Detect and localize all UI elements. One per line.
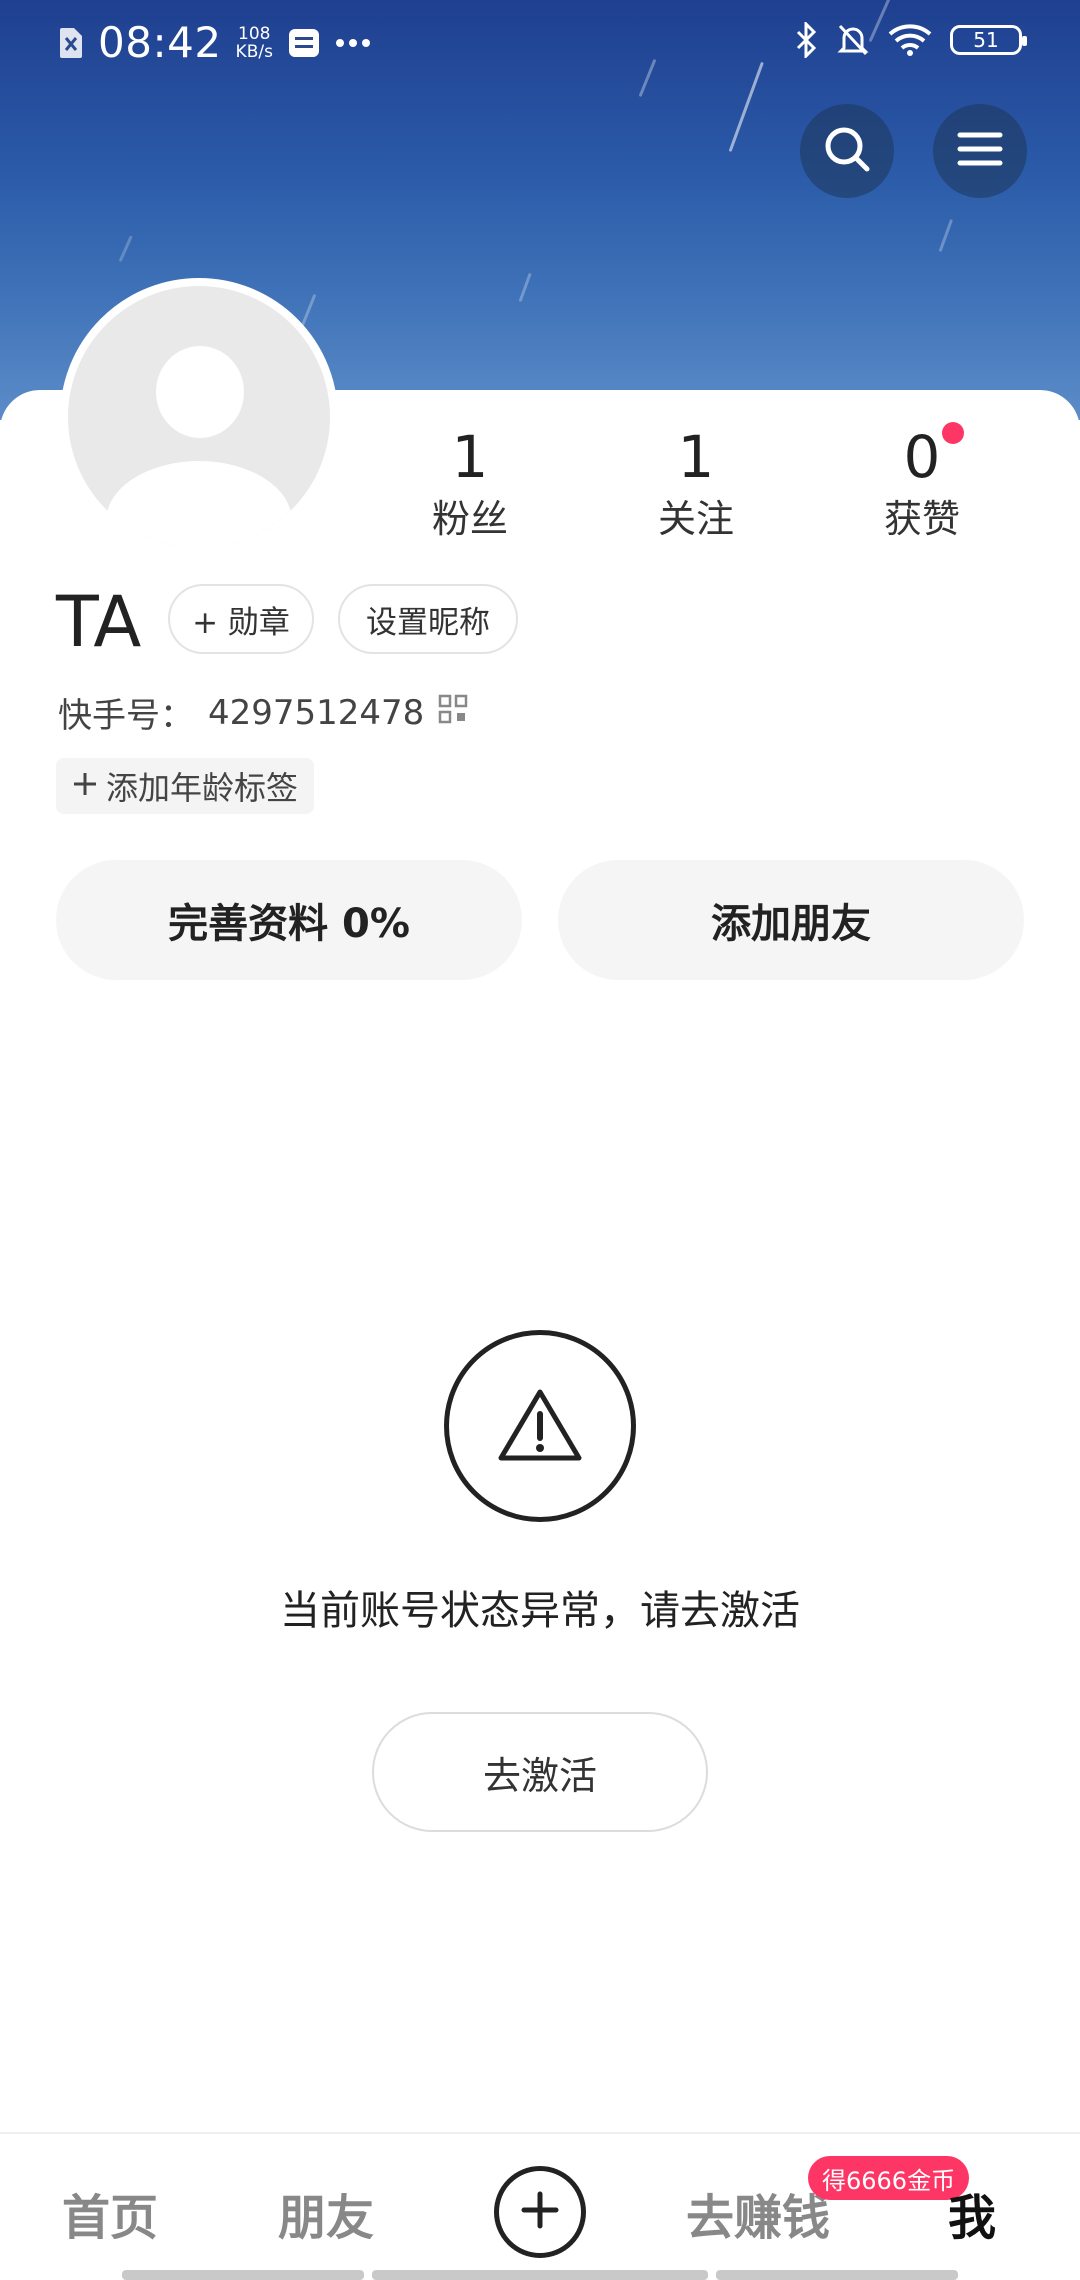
nav-home[interactable]: 首页 — [62, 2178, 158, 2248]
earn-coins-badge: 得6666金币 — [808, 2156, 970, 2200]
add-age-tag-label: 添加年龄标签 — [106, 769, 299, 807]
hamburger-menu-icon — [956, 129, 1004, 173]
bluetooth-icon — [794, 22, 818, 58]
complete-profile-button[interactable]: 完善资料 0% — [56, 860, 522, 980]
nav-earn-money[interactable]: 去赚钱 — [686, 2178, 830, 2248]
home-indicator-segment — [122, 2270, 364, 2280]
stat-likes-value: 0 — [903, 423, 941, 491]
sim-off-icon — [58, 26, 84, 60]
medal-chip[interactable]: + 勋章 — [168, 584, 314, 654]
avatar[interactable] — [60, 278, 338, 556]
battery-level: 51 — [973, 28, 999, 52]
stat-following[interactable]: 1 关注 — [616, 420, 776, 544]
warning-icon — [444, 1330, 636, 1522]
status-time: 08:42 — [98, 18, 222, 67]
message-icon — [287, 26, 321, 60]
stat-likes[interactable]: 0 获赞 — [842, 420, 1002, 544]
likes-notification-dot — [942, 422, 964, 444]
stat-likes-label: 获赞 — [883, 497, 960, 541]
plus-icon — [72, 767, 98, 805]
set-nickname-chip[interactable]: 设置昵称 — [338, 584, 518, 654]
add-age-tag-button[interactable]: 添加年龄标签 — [56, 758, 315, 814]
search-button[interactable] — [800, 104, 894, 198]
profile-page: 08:42 108 KB/s 51 1 粉丝 1 关注 0 获赞 TA + 勋章… — [0, 0, 1080, 2280]
battery-icon: 51 — [950, 25, 1027, 55]
kuaishou-id-row[interactable]: 快手号： 4297512478 — [58, 688, 468, 737]
add-friend-button[interactable]: 添加朋友 — [558, 860, 1024, 980]
plus-icon — [520, 2190, 560, 2234]
home-indicator-segment — [716, 2270, 958, 2280]
more-dots-icon — [335, 38, 371, 48]
stat-fans-value: 1 — [451, 423, 489, 491]
stat-following-label: 关注 — [657, 497, 734, 541]
profile-name: TA — [56, 581, 142, 663]
kuaishou-id-label: 快手号： — [58, 696, 194, 736]
mute-bell-icon — [836, 22, 870, 58]
kuaishou-id-value: 4297512478 — [208, 692, 425, 733]
net-speed-unit: KB/s — [235, 41, 273, 62]
home-indicator-segment — [372, 2270, 708, 2280]
stat-following-value: 1 — [677, 423, 715, 491]
menu-button[interactable] — [933, 104, 1027, 198]
search-icon — [821, 123, 873, 179]
status-bar: 08:42 108 KB/s 51 — [0, 0, 1080, 86]
create-post-button[interactable] — [494, 2166, 586, 2258]
wifi-icon — [888, 23, 932, 57]
stat-fans[interactable]: 1 粉丝 — [390, 420, 550, 544]
activate-button[interactable]: 去激活 — [372, 1712, 708, 1832]
stat-fans-label: 粉丝 — [431, 497, 508, 541]
account-abnormal-message: 当前账号状态异常，请去激活 — [280, 1588, 800, 1634]
profile-card — [0, 390, 1080, 2140]
nav-friends[interactable]: 朋友 — [278, 2178, 374, 2248]
nav-me[interactable]: 我 — [948, 2178, 996, 2248]
qr-code-icon[interactable] — [438, 693, 468, 733]
net-speed-value: 108 — [238, 23, 271, 44]
bottom-nav: 首页 朋友 去赚钱 得6666金币 我 — [0, 2132, 1080, 2280]
net-speed: 108 KB/s — [236, 25, 273, 61]
